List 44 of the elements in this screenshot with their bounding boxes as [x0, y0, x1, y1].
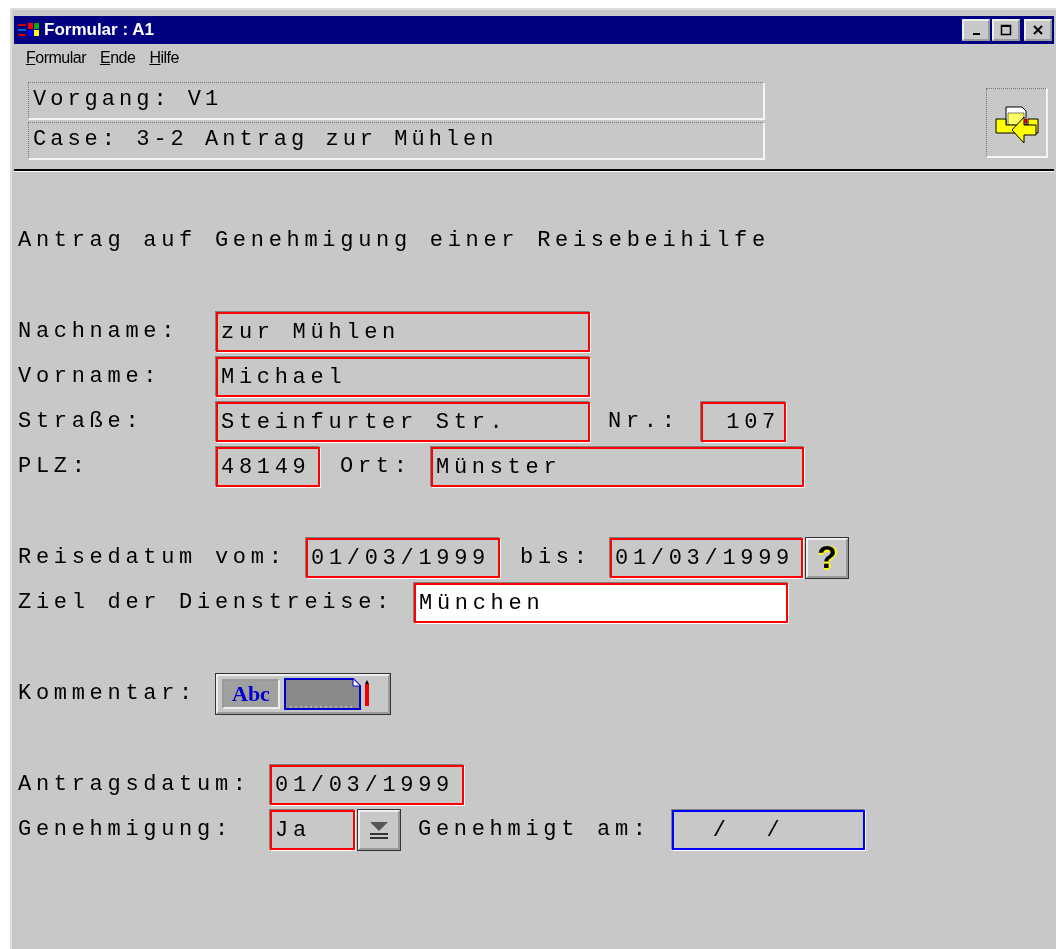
- note-pencil-icon: [283, 677, 372, 710]
- minimize-button[interactable]: [962, 19, 990, 41]
- input-field[interactable]: 01/03/1999: [306, 537, 500, 578]
- field-label: Genehmigt am:: [418, 817, 652, 842]
- input-field[interactable]: Münster: [431, 446, 804, 487]
- menu-item[interactable]: Formular: [26, 49, 86, 67]
- help-button[interactable]: ?: [806, 537, 848, 578]
- menu-item[interactable]: Ende: [100, 49, 136, 67]
- field-label: Ziel der Dienstreise:: [18, 590, 395, 615]
- inbox-button[interactable]: [986, 88, 1048, 158]
- field-label: Ort:: [340, 454, 413, 479]
- form-title: Antrag auf Genehmigung einer Reisebeihilfe: [18, 228, 770, 253]
- input-field[interactable]: zur Mühlen: [216, 311, 590, 352]
- input-field[interactable]: 01/03/1999: [270, 764, 464, 805]
- input-field[interactable]: München: [414, 582, 788, 623]
- maximize-button[interactable]: [992, 19, 1020, 41]
- field-label: Reisedatum vom:: [18, 545, 288, 570]
- input-field[interactable]: 48149: [216, 446, 320, 487]
- header-field: Vorgang: V1: [28, 82, 765, 120]
- window-title: Formular : A1: [44, 20, 154, 40]
- input-field[interactable]: / /: [672, 809, 865, 850]
- maximize-icon: [1000, 24, 1012, 36]
- header-field: Case: 3-2 Antrag zur Mühlen: [28, 122, 765, 160]
- app-icon: [18, 22, 40, 38]
- minimize-icon: [972, 33, 980, 35]
- field-label: Nachname:: [18, 319, 181, 344]
- field-label: Vorname:: [18, 364, 163, 389]
- menu-item[interactable]: Hilfe: [149, 49, 179, 67]
- field-label: PLZ:: [18, 454, 91, 479]
- field-label: Genehmigung:: [18, 817, 234, 842]
- close-icon: [1032, 24, 1044, 36]
- comment-button[interactable]: Abc: [216, 673, 390, 714]
- field-label: Straße:: [18, 409, 145, 434]
- input-field[interactable]: 01/03/1999: [610, 537, 803, 578]
- field-label: Nr.:: [608, 409, 681, 434]
- close-button[interactable]: [1024, 19, 1052, 41]
- field-label: Antragsdatum:: [18, 772, 252, 797]
- input-field[interactable]: 107: [701, 401, 786, 442]
- field-label: bis:: [520, 545, 593, 570]
- dropdown-button[interactable]: [358, 809, 400, 850]
- input-field[interactable]: Steinfurter Str.: [216, 401, 590, 442]
- field-label: Kommentar:: [18, 681, 199, 706]
- input-field[interactable]: Michael: [216, 356, 590, 397]
- input-field[interactable]: Ja: [270, 809, 355, 850]
